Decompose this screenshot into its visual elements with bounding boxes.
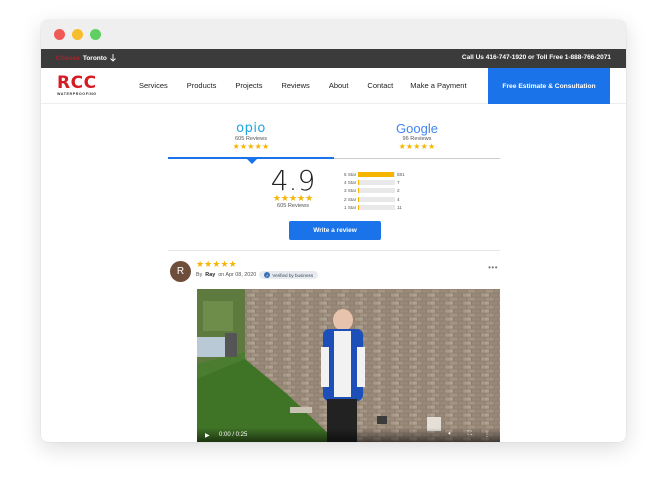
review-author[interactable]: Ray (205, 272, 215, 278)
score-review-count: 605 Reviews (276, 203, 310, 209)
rating-summary: 4.9 ★★★★★ 605 Reviews 5 Star 581 4 Star … (168, 159, 500, 212)
nav-menu: Services Products Projects Reviews About… (139, 81, 467, 90)
main-nav: RCC WATERPROOFING Services Products Proj… (41, 68, 626, 104)
breakdown-count: 581 (397, 171, 405, 177)
opio-stars: ★★★★★ (232, 142, 270, 151)
google-stars: ★★★★★ (398, 142, 436, 151)
breakdown-track (358, 205, 395, 211)
breakdown-track (358, 188, 395, 194)
volume-icon[interactable]: 🔈︎ (448, 431, 452, 438)
maximize-window-button[interactable] (90, 29, 101, 40)
review-stars: ★★★★★ (196, 259, 237, 269)
breakdown-count: 7 (397, 180, 400, 186)
verified-badge: ✓ Verified by business (259, 271, 319, 279)
review-date: on Apr 08, 2020 (218, 272, 257, 278)
write-review-button[interactable]: Write a review (289, 221, 381, 240)
close-window-button[interactable] (54, 29, 65, 40)
arrow-down-icon (110, 54, 116, 62)
overall-score: 4.9 ★★★★★ 605 Reviews (263, 164, 323, 210)
breakdown-label: 1 Star (344, 205, 357, 211)
breakdown-row-4[interactable]: 4 Star 7 (344, 178, 405, 186)
review-source-tabs: opio 605 Reviews ★★★★★ Google 96 Reviews… (168, 119, 500, 164)
nav-item-services[interactable]: Services (139, 81, 168, 90)
breakdown-row-3[interactable]: 3 Star 2 (344, 187, 405, 195)
fullscreen-icon[interactable]: ⛶ (468, 431, 472, 438)
google-logo: Google (334, 121, 500, 135)
section-divider (168, 250, 500, 251)
breakdown-track (358, 196, 395, 202)
avatar: R (170, 261, 191, 282)
rcc-logo[interactable]: RCC WATERPROOFING (57, 73, 117, 97)
reviews-widget: opio 605 Reviews ★★★★★ Google 96 Reviews… (168, 119, 500, 442)
logo-tagline: WATERPROOFING (57, 92, 97, 96)
breakdown-fill (358, 171, 394, 177)
video-time: 0:00 / 0:25 (219, 432, 248, 438)
google-wordmark: Google (396, 120, 438, 136)
nav-item-contact[interactable]: Contact (367, 81, 393, 90)
call-info[interactable]: Call Us 416-747-1920 or Toll Free 1-888-… (462, 54, 611, 61)
logo-wordmark: RCC (57, 73, 97, 93)
breakdown-row-2[interactable]: 2 Star 4 (344, 195, 405, 203)
play-icon[interactable]: ▶ (205, 432, 210, 439)
video-frame (197, 289, 500, 442)
nav-item-projects[interactable]: Projects (235, 81, 262, 90)
breakdown-count: 11 (397, 205, 402, 211)
nav-item-about[interactable]: About (329, 81, 349, 90)
video-menu-icon[interactable]: ⋮ (484, 431, 490, 438)
opio-logo: opio (168, 121, 334, 135)
video-controls: ▶ 0:00 / 0:25 🔈︎ ⛶ ⋮ (197, 428, 500, 442)
breakdown-row-1[interactable]: 1 Star 11 (344, 204, 405, 212)
location-name: Toronto (82, 54, 107, 62)
window-chrome (41, 20, 626, 49)
more-options-icon[interactable]: ••• (488, 263, 498, 272)
breakdown-track (358, 171, 395, 177)
minimize-window-button[interactable] (72, 29, 83, 40)
nav-item-products[interactable]: Products (187, 81, 217, 90)
breakdown-label: 5 Star (344, 171, 357, 177)
breakdown-label: 3 Star (344, 188, 357, 194)
top-bar: Choose Toronto Call Us 416-747-1920 or T… (41, 49, 626, 68)
opio-wordmark: opio (236, 120, 266, 136)
review-video[interactable]: ▶ 0:00 / 0:25 🔈︎ ⛶ ⋮ (197, 289, 500, 442)
breakdown-track (358, 180, 395, 186)
review-byline: By Ray on Apr 08, 2020 ✓ Verified by busin… (196, 271, 319, 279)
location-prefix: Choose (56, 54, 80, 62)
breakdown-row-5[interactable]: 5 Star 581 (344, 170, 405, 178)
verified-label: Verified by business (272, 272, 314, 278)
breakdown-label: 4 Star (344, 180, 357, 186)
breakdown-count: 4 (397, 196, 400, 202)
score-value: 4.9 (270, 164, 316, 197)
star-breakdown: 5 Star 581 4 Star 7 3 Star 2 2 Star 4 1 … (344, 170, 405, 212)
tab-google[interactable]: Google 96 Reviews ★★★★★ (334, 121, 500, 152)
check-icon: ✓ (264, 272, 271, 278)
tab-opio[interactable]: opio 605 Reviews ★★★★★ (168, 121, 334, 152)
breakdown-label: 2 Star (344, 196, 357, 202)
breakdown-fill (358, 205, 359, 211)
location-selector[interactable]: Choose Toronto (56, 54, 116, 62)
free-estimate-button[interactable]: Free Estimate & Consultation (488, 68, 610, 104)
breakdown-count: 2 (397, 188, 400, 194)
byline-prefix: By (196, 272, 203, 278)
nav-item-reviews[interactable]: Reviews (281, 81, 309, 90)
nav-item-make-a-payment[interactable]: Make a Payment (410, 81, 466, 90)
